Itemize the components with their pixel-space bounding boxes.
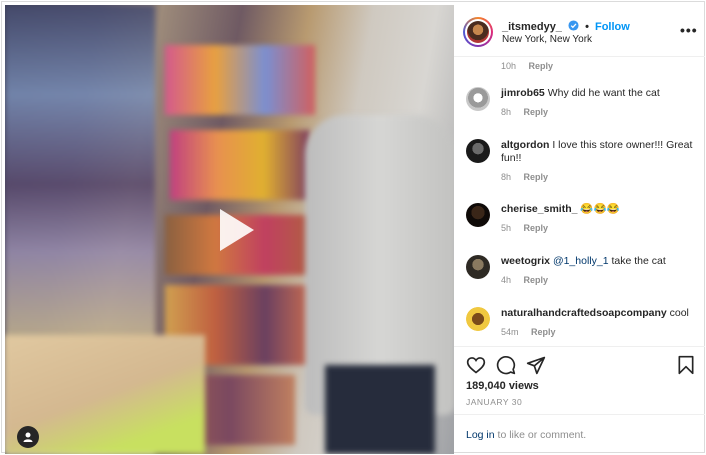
comment-text: take the cat <box>608 255 666 267</box>
comment-meta: 4h Reply <box>501 274 701 287</box>
video-player[interactable] <box>5 5 454 454</box>
separator-dot: • <box>585 21 589 33</box>
post-sidebar: _itsmedyy_ • Follow New York, New York •… <box>454 5 705 454</box>
avatar[interactable] <box>463 17 493 47</box>
comment-meta: 5h Reply <box>501 222 701 235</box>
reply-button[interactable]: Reply <box>524 172 549 182</box>
avatar[interactable] <box>466 87 490 111</box>
avatar[interactable] <box>466 307 490 331</box>
comment-meta: 8h Reply <box>501 171 701 184</box>
comment-username[interactable]: weetogrix <box>501 255 550 267</box>
comment-meta: 54m Reply <box>501 326 701 339</box>
comment-username[interactable]: altgordon <box>501 139 549 151</box>
reply-button[interactable]: Reply <box>524 107 549 117</box>
comment-time: 10h <box>501 61 517 71</box>
user-tag-icon[interactable] <box>17 426 39 448</box>
more-options-icon[interactable]: ••• <box>680 22 698 38</box>
avatar[interactable] <box>466 139 490 163</box>
comment-time: 8h <box>501 107 512 117</box>
heart-icon[interactable] <box>466 355 486 375</box>
post-actions: 189,040 views JANUARY 30 <box>454 346 705 414</box>
bookmark-icon[interactable] <box>676 355 696 375</box>
reply-button[interactable]: Reply <box>529 61 554 71</box>
play-icon[interactable] <box>210 205 260 255</box>
reply-button[interactable]: Reply <box>524 275 549 285</box>
post-location[interactable]: New York, New York <box>502 34 592 45</box>
comment-username[interactable]: cherise_smith_ <box>501 203 577 215</box>
post-author: _itsmedyy_ • Follow <box>502 20 630 33</box>
comment-time: 4h <box>501 275 512 285</box>
login-prompt: Log in to like or comment. <box>466 429 586 441</box>
comment-meta: 10h Reply <box>501 61 553 71</box>
login-prompt-text: to like or comment. <box>494 429 587 441</box>
comment-meta: 8h Reply <box>501 106 701 119</box>
comment-mention[interactable]: @1_holly_1 <box>553 255 609 267</box>
post-footer: Log in to like or comment. <box>454 414 705 454</box>
reply-button[interactable]: Reply <box>524 223 549 233</box>
view-count[interactable]: 189,040 views <box>466 380 539 392</box>
follow-button[interactable]: Follow <box>595 21 630 33</box>
paper-plane-icon[interactable] <box>526 355 546 375</box>
comment-username[interactable]: jimrob65 <box>501 87 545 99</box>
login-link[interactable]: Log in <box>466 429 495 441</box>
author-username[interactable]: _itsmedyy_ <box>502 21 562 33</box>
comment-time: 5h <box>501 223 512 233</box>
reply-button[interactable]: Reply <box>531 327 556 337</box>
avatar[interactable] <box>466 255 490 279</box>
comments-list[interactable]: 10h Reply jimrob65 Why did he want the c… <box>454 57 705 346</box>
comment-time: 8h <box>501 172 512 182</box>
comment-icon[interactable] <box>496 355 516 375</box>
verified-badge-icon <box>568 20 579 31</box>
post-header: _itsmedyy_ • Follow New York, New York •… <box>454 5 705 57</box>
comment-text: cool <box>669 307 689 319</box>
post-date[interactable]: JANUARY 30 <box>466 397 522 407</box>
comment-username[interactable]: naturalhandcraftedsoapcompany <box>501 307 667 319</box>
comment-text: Why did he want the cat <box>547 87 660 99</box>
avatar[interactable] <box>466 203 490 227</box>
post-frame: _itsmedyy_ • Follow New York, New York •… <box>1 1 705 454</box>
comment-time: 54m <box>501 327 519 337</box>
comment-text: 😂😂😂 <box>580 203 620 215</box>
